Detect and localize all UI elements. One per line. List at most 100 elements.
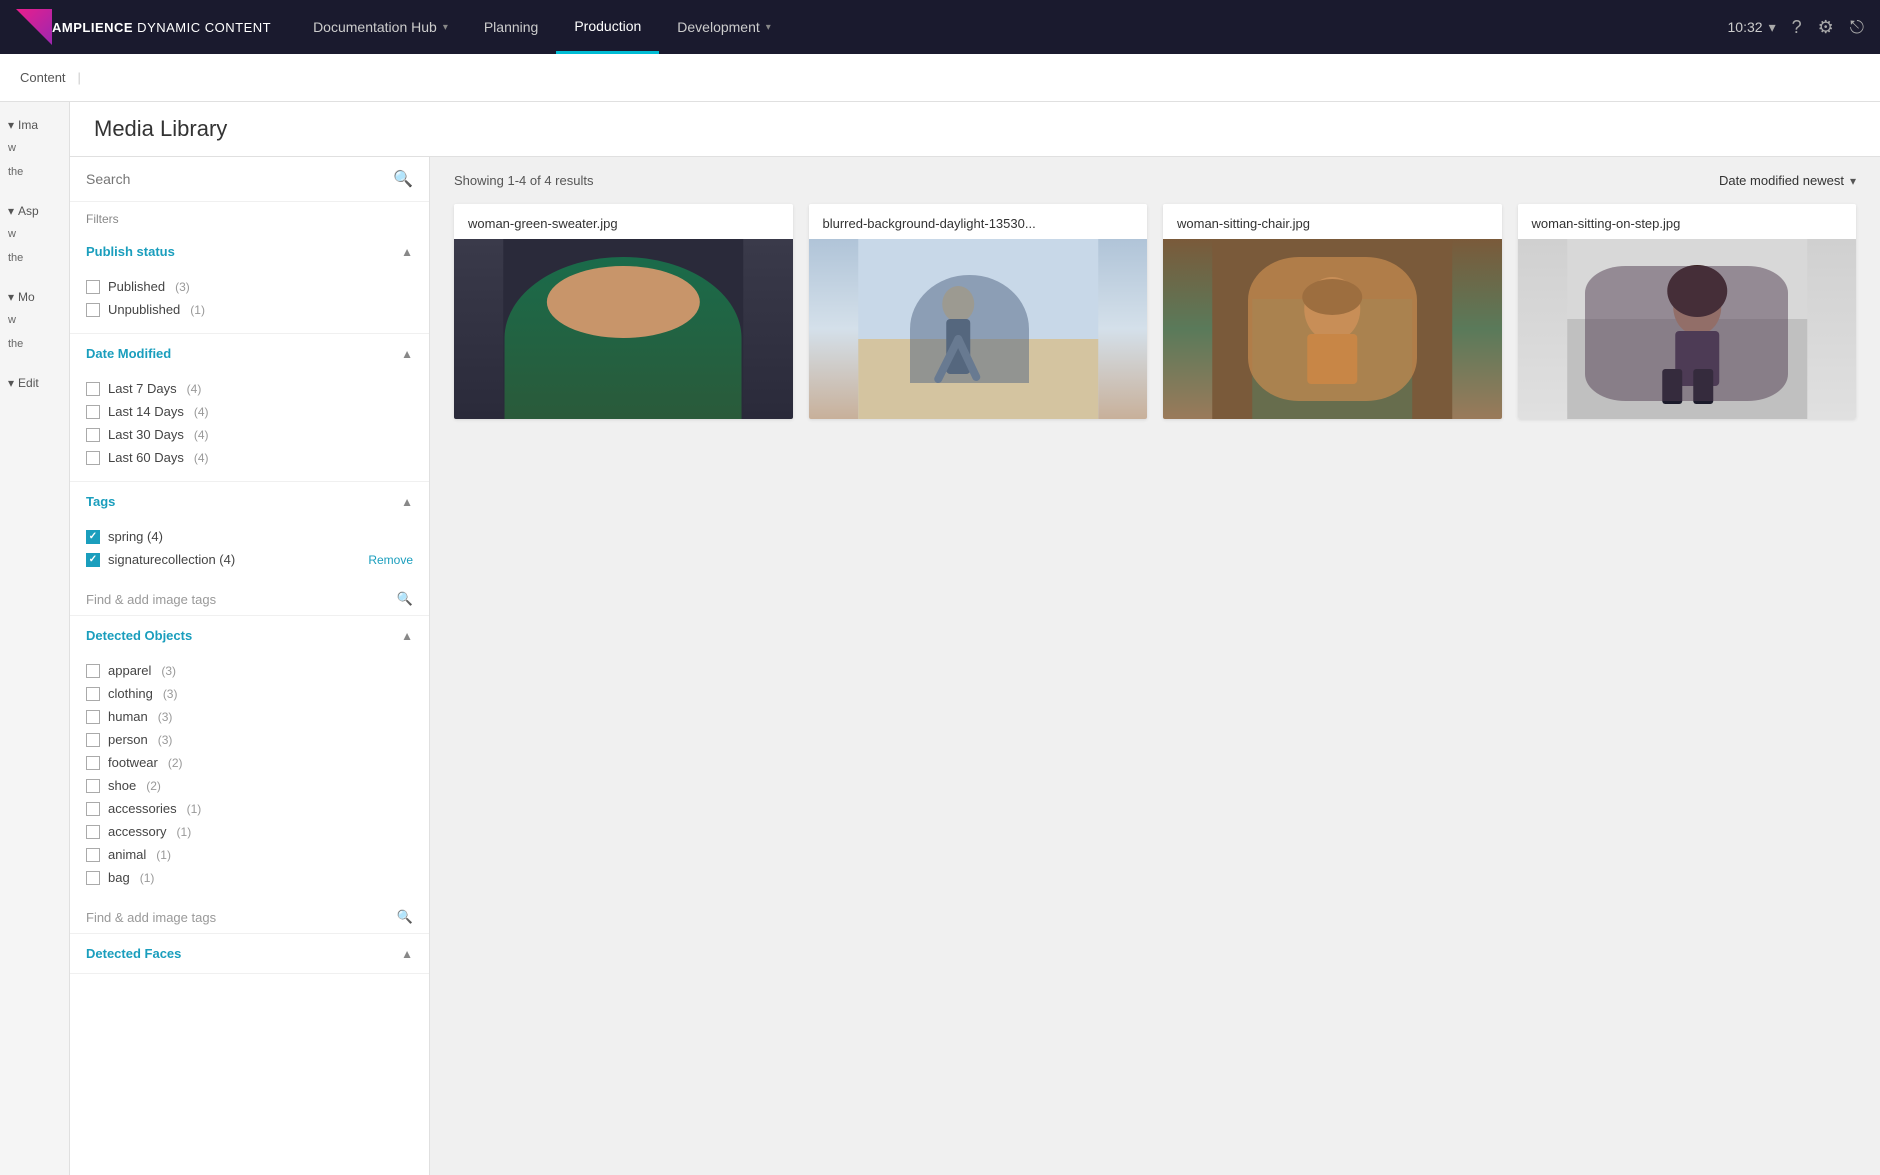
grid-header: Showing 1-4 of 4 results Date modified n… [454, 173, 1856, 188]
last7-checkbox[interactable] [86, 382, 100, 396]
chevron-up-icon: ▲ [401, 347, 413, 361]
signature-checkbox[interactable] [86, 553, 100, 567]
page-title: Media Library [94, 116, 1856, 142]
filter-option-shoe[interactable]: shoe (2) [86, 774, 413, 797]
chevron-up-icon: ▲ [401, 947, 413, 961]
person-label: person [108, 732, 148, 747]
nav-item-development[interactable]: Development ▾ [659, 0, 789, 54]
clothing-checkbox[interactable] [86, 687, 100, 701]
filter-option-footwear[interactable]: footwear (2) [86, 751, 413, 774]
sidebar-section-images-header[interactable]: ▾ Ima [8, 114, 61, 136]
media-card-4-title: woman-sitting-on-step.jpg [1518, 204, 1857, 239]
media-layout: 🔍 Filters Publish status ▲ Published (3) [70, 157, 1880, 1175]
tags-title: Tags [86, 494, 115, 509]
filter-option-clothing[interactable]: clothing (3) [86, 682, 413, 705]
apparel-checkbox[interactable] [86, 664, 100, 678]
sort-dropdown[interactable]: Date modified newest ▾ [1719, 173, 1856, 188]
filter-option-apparel[interactable]: apparel (3) [86, 659, 413, 682]
filter-option-last30[interactable]: Last 30 Days (4) [86, 423, 413, 446]
animal-count: (1) [156, 848, 171, 862]
shoe-checkbox[interactable] [86, 779, 100, 793]
detected-objects-options: apparel (3) clothing (3) human (3) [70, 655, 429, 901]
human-checkbox[interactable] [86, 710, 100, 724]
media-card-3[interactable]: woman-sitting-chair.jpg [1163, 204, 1502, 419]
last30-checkbox[interactable] [86, 428, 100, 442]
remove-tag-button[interactable]: Remove [368, 553, 413, 567]
filter-option-last14[interactable]: Last 14 Days (4) [86, 400, 413, 423]
filter-option-accessory[interactable]: accessory (1) [86, 820, 413, 843]
results-count: Showing 1-4 of 4 results [454, 173, 593, 188]
sidebar-section-asp-header[interactable]: ▾ Asp [8, 200, 61, 222]
chevron-down-icon[interactable]: ▾ [1769, 19, 1776, 36]
accessory-checkbox[interactable] [86, 825, 100, 839]
search-icon: 🔍 [397, 591, 413, 607]
search-input[interactable] [86, 171, 385, 187]
accessories-checkbox[interactable] [86, 802, 100, 816]
nav-item-documentation[interactable]: Documentation Hub ▾ [295, 0, 466, 54]
spring-checkbox[interactable] [86, 530, 100, 544]
date-modified-header[interactable]: Date Modified ▲ [70, 334, 429, 373]
footwear-checkbox[interactable] [86, 756, 100, 770]
filter-option-human[interactable]: human (3) [86, 705, 413, 728]
clothing-label: clothing [108, 686, 153, 701]
filter-option-published[interactable]: Published (3) [86, 275, 413, 298]
find-tags-label: Find & add image tags [86, 592, 216, 607]
filter-option-person[interactable]: person (3) [86, 728, 413, 751]
find-add-objects-tags-bar[interactable]: Find & add image tags 🔍 [70, 901, 429, 933]
detected-objects-header[interactable]: Detected Objects ▲ [70, 616, 429, 655]
breadcrumb-separator: | [78, 70, 81, 85]
media-card-1[interactable]: woman-green-sweater.jpg [454, 204, 793, 419]
content-nav-item[interactable]: Content [20, 70, 66, 85]
help-icon[interactable]: ? [1792, 17, 1802, 38]
publish-status-options: Published (3) Unpublished (1) [70, 271, 429, 333]
filter-option-accessories[interactable]: accessories (1) [86, 797, 413, 820]
sidebar-section-edit-header[interactable]: ▾ Edit [8, 372, 61, 394]
second-bar: Content | [0, 54, 1880, 102]
signature-label: signaturecollection (4) [108, 552, 360, 567]
last7-label: Last 7 Days [108, 381, 177, 396]
amplience-logo-icon [16, 9, 52, 45]
export-icon[interactable]: ⎋ [1850, 17, 1864, 38]
filter-option-bag[interactable]: bag (1) [86, 866, 413, 889]
published-count: (3) [175, 280, 190, 294]
sidebar-item: the [8, 246, 61, 270]
media-card-4[interactable]: woman-sitting-on-step.jpg [1518, 204, 1857, 419]
filter-option-animal[interactable]: animal (1) [86, 843, 413, 866]
tag-item-spring[interactable]: spring (4) [86, 525, 413, 548]
nav-item-production[interactable]: Production [556, 0, 659, 54]
last30-count: (4) [194, 428, 209, 442]
top-navigation: AMPLIENCE DYNAMIC CONTENT Documentation … [0, 0, 1880, 54]
nav-items: Documentation Hub ▾ Planning Production … [295, 0, 1727, 54]
filter-option-last7[interactable]: Last 7 Days (4) [86, 377, 413, 400]
chevron-up-icon: ▲ [401, 245, 413, 259]
media-grid: woman-green-sweater.jpg [454, 204, 1856, 419]
sidebar-section-mo-header[interactable]: ▾ Mo [8, 286, 61, 308]
last60-checkbox[interactable] [86, 451, 100, 465]
bag-label: bag [108, 870, 130, 885]
bag-checkbox[interactable] [86, 871, 100, 885]
unpublished-checkbox[interactable] [86, 303, 100, 317]
animal-checkbox[interactable] [86, 848, 100, 862]
last14-count: (4) [194, 405, 209, 419]
filter-option-unpublished[interactable]: Unpublished (1) [86, 298, 413, 321]
find-add-tags-bar[interactable]: Find & add image tags 🔍 [70, 583, 429, 615]
media-card-4-image [1518, 239, 1857, 419]
last14-checkbox[interactable] [86, 405, 100, 419]
detected-faces-header[interactable]: Detected Faces ▲ [70, 934, 429, 973]
filter-section-publish-status: Publish status ▲ Published (3) Unpublish… [70, 232, 429, 334]
last14-label: Last 14 Days [108, 404, 184, 419]
media-card-2[interactable]: blurred-background-daylight-13530... [809, 204, 1148, 419]
person-checkbox[interactable] [86, 733, 100, 747]
sidebar-section-edit: ▾ Edit [8, 372, 61, 394]
chevron-down-icon: ▾ [443, 22, 448, 33]
last30-label: Last 30 Days [108, 427, 184, 442]
nav-item-planning[interactable]: Planning [466, 0, 557, 54]
sidebar-section-asp-label: Asp [18, 204, 39, 218]
left-sidebar: ▾ Ima w the ▾ Asp w the ▾ Mo w the ▾ [0, 102, 70, 1175]
tag-item-signature[interactable]: signaturecollection (4) Remove [86, 548, 413, 571]
publish-status-header[interactable]: Publish status ▲ [70, 232, 429, 271]
settings-icon[interactable]: ⚙ [1818, 17, 1834, 38]
tags-header[interactable]: Tags ▲ [70, 482, 429, 521]
published-checkbox[interactable] [86, 280, 100, 294]
filter-option-last60[interactable]: Last 60 Days (4) [86, 446, 413, 469]
